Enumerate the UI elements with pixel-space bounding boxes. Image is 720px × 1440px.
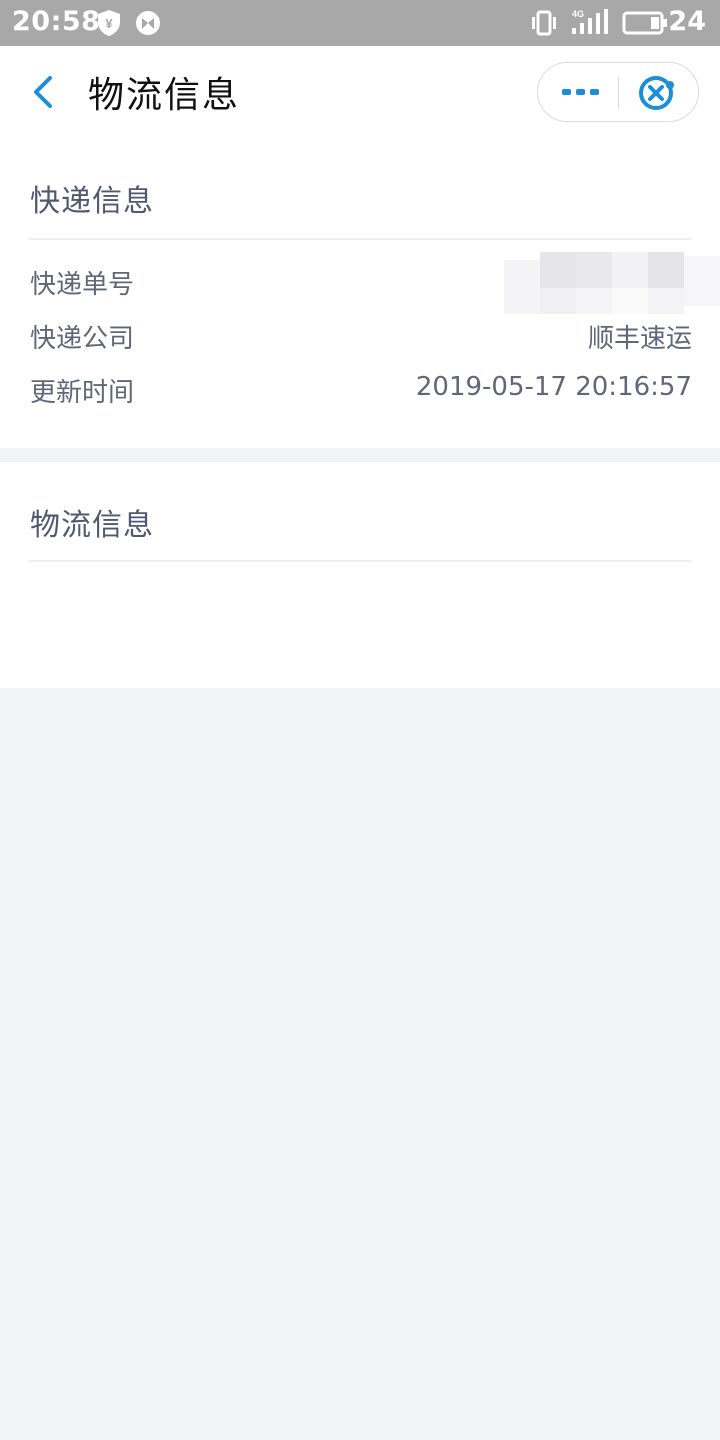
- update-time-value: 2019-05-17 20:16:57: [415, 372, 692, 402]
- nav-bar: 物流信息: [0, 46, 720, 138]
- logistics-section-title: 物流信息: [30, 508, 154, 543]
- battery-icon: [622, 11, 667, 35]
- network-type: 4G: [572, 9, 584, 19]
- redacted-tracking-number: [504, 252, 720, 322]
- courier-company-value: 顺丰速运: [587, 324, 692, 354]
- battery-level: 24: [668, 6, 706, 37]
- more-dots-icon[interactable]: [556, 77, 604, 107]
- update-time-label: 更新时间: [30, 378, 135, 408]
- section-divider: [28, 560, 692, 562]
- tracking-number-label: 快递单号: [30, 270, 135, 300]
- express-info-card: 快递信息 快递单号 快递公司 顺丰速运 更新时间 2019-05-17 20:1…: [0, 138, 720, 448]
- shield-yen-icon: ¥: [98, 10, 120, 36]
- page-title: 物流信息: [88, 75, 241, 116]
- courier-company-label: 快递公司: [30, 324, 135, 354]
- mini-program-capsule: [537, 62, 699, 122]
- express-section-title: 快递信息: [30, 184, 154, 219]
- close-circle-icon[interactable]: [636, 73, 676, 113]
- svg-text:¥: ¥: [105, 16, 113, 31]
- status-time: 20:58: [12, 6, 101, 37]
- section-divider: [28, 238, 692, 240]
- browser-icon: [136, 11, 160, 35]
- signal-icon: 4G: [572, 9, 608, 34]
- status-bar: 20:58 ¥ 4G 24: [0, 0, 720, 46]
- vibrate-icon: [532, 10, 556, 36]
- capsule-divider: [618, 77, 619, 109]
- logistics-info-card: 物流信息: [0, 462, 720, 688]
- chevron-left-icon[interactable]: [26, 72, 62, 112]
